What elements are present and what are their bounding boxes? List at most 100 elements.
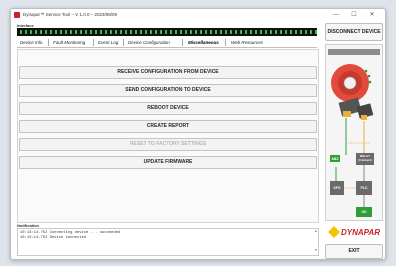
interface-indicator-icon [20, 30, 22, 34]
interface-indicator-icon [110, 30, 112, 34]
scroll-up-icon[interactable]: ▲ [315, 230, 317, 234]
interface-indicator-icon [40, 30, 42, 34]
interface-indicator-icon [165, 30, 167, 34]
interface-indicator-icon [255, 30, 257, 34]
interface-indicator-icon [70, 30, 72, 34]
logo-mark-icon [328, 226, 340, 238]
create-report-button[interactable]: CREATE REPORT [19, 120, 317, 133]
encoder-top-bar [328, 49, 380, 55]
maximize-button[interactable]: ☐ [347, 9, 361, 21]
interface-indicator-icon [220, 30, 222, 34]
interface-indicator-icon [300, 30, 302, 34]
status-led-icon [368, 80, 372, 84]
interface-indicator-icon [280, 30, 282, 34]
scroll-down-icon[interactable]: ▼ [315, 249, 317, 253]
plc-label: PLC [360, 186, 368, 190]
logo-text: DYNAPAR [341, 228, 380, 237]
sfo-label: SFO [333, 186, 341, 190]
tab-bar: Device Info Fault Monitoring Event Log D… [17, 38, 317, 48]
tab-separator [93, 39, 94, 46]
interface-indicator-icon [50, 30, 52, 34]
minimize-button[interactable]: — [329, 9, 343, 21]
interface-indicator-icon [230, 30, 232, 34]
tab-miscellaneous[interactable]: Miscellaneous [188, 38, 219, 47]
interface-indicator-icon [120, 30, 122, 34]
tab-fault-monitoring[interactable]: Fault Monitoring [53, 38, 85, 47]
update-firmware-button[interactable]: UPDATE FIRMWARE [19, 156, 317, 169]
send-configuration-button[interactable]: SEND CONFIGURATION TO DEVICE [19, 84, 317, 97]
interface-indicator-icon [85, 30, 87, 34]
interface-indicator-icon [90, 30, 92, 34]
interface-indicator-icon [200, 30, 202, 34]
interface-indicator-icon [180, 30, 182, 34]
interface-indicator-icon [65, 30, 67, 34]
interface-indicator-icon [60, 30, 62, 34]
interface-indicator-icon [160, 30, 162, 34]
interface-indicator-icon [105, 30, 107, 34]
notification-line: 10:13:14.752 Connecting device ... succe… [20, 231, 121, 235]
connector-terminal-icon [343, 111, 351, 117]
interface-indicator-icon [75, 30, 77, 34]
tab-web-resources[interactable]: Web Resources [231, 38, 263, 47]
app-icon [14, 12, 20, 18]
notification-log[interactable]: 10:13:14.752 Connecting device ... succe… [17, 228, 319, 256]
interface-indicator-icon [260, 30, 262, 34]
interface-indicator-icon [235, 30, 237, 34]
status-led-icon [367, 74, 371, 78]
interface-indicator-icon [125, 30, 127, 34]
interface-indicator-icon [155, 30, 157, 34]
interface-indicator-icon [100, 30, 102, 34]
interface-indicator-icon [240, 30, 242, 34]
interface-indicator-icon [285, 30, 287, 34]
interface-indicator-icon [270, 30, 272, 34]
interface-indicator-icon [95, 30, 97, 34]
interface-indicator-icon [295, 30, 297, 34]
app-window: Dynapar™ Service Tool – V 1.0.0 – 2023/0… [10, 8, 386, 260]
interface-indicator-icon [80, 30, 82, 34]
interface-indicator-icon [135, 30, 137, 34]
close-button[interactable]: ✕ [365, 9, 379, 21]
interface-indicator-icon [175, 30, 177, 34]
interface-indicator-icon [210, 30, 212, 34]
abz-label: ABZ [331, 157, 339, 161]
interface-indicator-icon [305, 30, 307, 34]
tab-device-configuration[interactable]: Device Configuration [128, 38, 170, 47]
tab-separator [225, 39, 226, 46]
tab-separator [182, 39, 183, 46]
interface-indicator-icon [190, 30, 192, 34]
tab-device-info[interactable]: Device Info [20, 38, 43, 47]
interface-indicator-icon [205, 30, 207, 34]
interface-indicator-icon [35, 30, 37, 34]
tab-event-log[interactable]: Event Log [98, 38, 118, 47]
interface-indicator-icon [25, 30, 27, 34]
interface-indicator-icon [315, 30, 317, 34]
interface-indicator-icon [185, 30, 187, 34]
tab-separator [48, 39, 49, 46]
reset-factory-settings-button: RESET TO FACTORY SETTINGS [19, 138, 317, 151]
interface-indicator-icon [310, 30, 312, 34]
interface-indicator-icon [170, 30, 172, 34]
interface-indicator-icon [215, 30, 217, 34]
tab-separator [123, 39, 124, 46]
interface-indicator-icon [265, 30, 267, 34]
notification-line: 10:13:14.752 Device connected [20, 236, 87, 240]
interface-indicator-icon [275, 30, 277, 34]
connector-terminal-icon [361, 115, 367, 120]
interface-indicator-icon [115, 30, 117, 34]
interface-indicator-icon [145, 30, 147, 34]
interface-indicator-icon [195, 30, 197, 34]
exit-button[interactable]: EXIT [325, 244, 383, 259]
interface-indicator-icon [290, 30, 292, 34]
encoder-diagram-graphic [328, 49, 380, 217]
encoder-wiring-diagram: ABZ RELAY (Contact) SFO PLC OK [325, 44, 383, 221]
disconnect-device-button[interactable]: DISCONNECT DEVICE [325, 23, 383, 41]
interface-indicator-icon [30, 30, 32, 34]
reboot-device-button[interactable]: REBOOT DEVICE [19, 102, 317, 115]
interface-indicator-icon [140, 30, 142, 34]
interface-indicator-icon [250, 30, 252, 34]
interface-indicator-icon [45, 30, 47, 34]
window-title: Dynapar™ Service Tool – V 1.0.0 – 2023/0… [23, 12, 117, 17]
title-bar: Dynapar™ Service Tool – V 1.0.0 – 2023/0… [11, 9, 385, 21]
receive-configuration-button[interactable]: RECEIVE CONFIGURATION FROM DEVICE [19, 66, 317, 79]
ok-label: OK [361, 210, 367, 214]
